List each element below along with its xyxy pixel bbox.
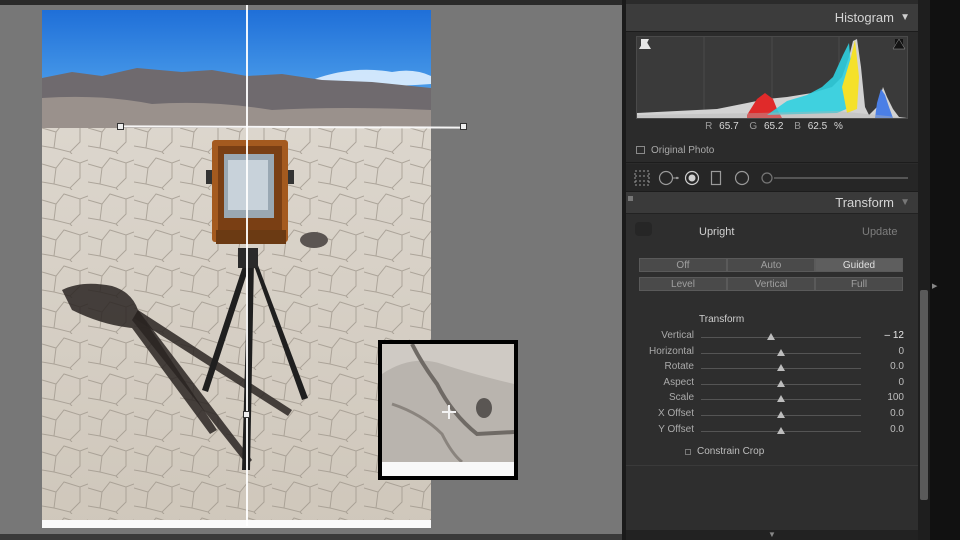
slider-knob[interactable] xyxy=(777,379,785,387)
slider-track[interactable] xyxy=(701,337,861,338)
slider-scale[interactable]: Scale 100 xyxy=(626,392,918,406)
transform-panel-body: Upright Update Off Auto Guided Level Vertic… xyxy=(626,214,918,530)
red-eye-icon[interactable] xyxy=(684,170,700,186)
slider-label: Y Offset xyxy=(658,423,694,435)
slider-rotate[interactable]: Rotate 0.0 xyxy=(626,361,918,375)
slider-y-offset[interactable]: Y Offset 0.0 xyxy=(626,424,918,438)
slider-knob[interactable] xyxy=(777,395,785,403)
guide-handle-left[interactable] xyxy=(117,123,124,130)
readout-g-value: 65.2 xyxy=(763,121,784,132)
upright-mode-vertical-button[interactable]: Vertical xyxy=(727,277,815,291)
slider-value[interactable]: 0.0 xyxy=(890,408,904,419)
upright-mode-row-1: Off Auto Guided xyxy=(639,258,903,272)
upright-toggle-switch[interactable] xyxy=(635,222,652,236)
readout-b-value: 62.5 xyxy=(807,121,828,132)
panel-switch-icon[interactable] xyxy=(628,196,633,201)
slider-knob[interactable] xyxy=(767,333,776,340)
slider-knob[interactable] xyxy=(777,348,785,356)
crop-overlay-icon[interactable] xyxy=(634,170,650,186)
guide-handle-bottom[interactable] xyxy=(243,411,250,418)
readout-r-label: R xyxy=(705,121,713,132)
readout-b-label: B xyxy=(794,121,801,132)
upright-mode-auto-button[interactable]: Auto xyxy=(727,258,815,272)
slider-vertical[interactable]: Vertical – 12 xyxy=(626,330,918,344)
constrain-crop-checkbox[interactable] xyxy=(685,448,691,455)
histogram-title: Histogram xyxy=(834,10,894,25)
slider-value[interactable]: 100 xyxy=(887,392,904,403)
histogram-chart xyxy=(637,37,907,118)
slider-knob[interactable] xyxy=(777,364,785,372)
spot-removal-icon[interactable] xyxy=(658,170,680,186)
collapse-triangle-icon[interactable]: ▼ xyxy=(900,12,910,23)
constrain-crop-label: Constrain Crop xyxy=(697,446,765,457)
slider-value[interactable]: 0.0 xyxy=(890,424,904,435)
original-photo-checkbox[interactable] xyxy=(636,146,645,154)
right-edge-strip xyxy=(930,0,960,540)
transform-header[interactable]: Transform ▼ xyxy=(626,192,918,214)
readout-unit: % xyxy=(833,121,843,132)
slider-knob[interactable] xyxy=(777,411,785,418)
guide-handle-right[interactable] xyxy=(460,123,467,130)
constrain-crop-toggle[interactable]: Constrain Crop xyxy=(685,446,764,457)
vertical-guide-line[interactable] xyxy=(246,5,248,526)
canvas-top-bar xyxy=(0,0,622,5)
panel-bottom-bar: ▼ xyxy=(626,530,918,540)
collapse-triangle-icon[interactable]: ▼ xyxy=(900,197,910,208)
transform-title: Transform xyxy=(835,195,894,210)
photo-canvas[interactable] xyxy=(0,0,622,540)
slider-label: Aspect xyxy=(663,376,694,388)
loupe-image xyxy=(382,344,514,476)
histogram-header[interactable]: Histogram ▼ xyxy=(626,4,918,32)
readout-r-value: 65.7 xyxy=(719,121,739,132)
slider-value[interactable]: 0 xyxy=(898,346,904,357)
histogram-readout: R 65.7 G 65.2 B 62.5 % xyxy=(626,121,918,135)
upright-mode-full-button[interactable]: Full xyxy=(815,277,903,291)
slider-label: Rotate xyxy=(664,361,694,373)
update-button[interactable]: Update xyxy=(862,226,897,238)
photo-preview[interactable] xyxy=(42,10,431,528)
upright-mode-off-button[interactable]: Off xyxy=(639,258,727,272)
readout-g-label: G xyxy=(749,121,758,132)
tool-strip xyxy=(626,164,918,192)
original-photo-toggle[interactable]: Original Photo xyxy=(636,143,714,157)
panel-toggle-arrow-icon[interactable]: ▶ xyxy=(932,282,938,290)
slider-value[interactable]: – 12 xyxy=(885,330,904,341)
histogram-separator xyxy=(626,162,918,163)
adjustment-brush-slider[interactable] xyxy=(760,170,910,186)
slider-label: Horizontal xyxy=(648,345,694,357)
histogram-graph[interactable] xyxy=(636,36,908,119)
slider-x-offset[interactable]: X Offset 0.0 xyxy=(626,408,918,422)
magnifier-loupe xyxy=(378,340,518,480)
canvas-bottom-bar xyxy=(0,534,622,540)
photo-image xyxy=(42,10,431,528)
panel-scrollbar-thumb[interactable] xyxy=(920,290,928,500)
slider-label: Vertical xyxy=(661,330,694,341)
transform-separator xyxy=(626,465,918,466)
slider-aspect[interactable]: Aspect 0 xyxy=(626,377,918,391)
original-photo-label: Original Photo xyxy=(651,144,715,156)
transform-section-title: Transform xyxy=(699,314,745,325)
radial-filter-icon[interactable] xyxy=(734,170,750,186)
develop-right-panel: Histogram ▼ R 65.7 G 65.2 B 62.5 % Origi… xyxy=(626,0,918,540)
slider-label: X Offset xyxy=(658,408,694,419)
slider-knob[interactable] xyxy=(777,426,785,434)
upright-mode-level-button[interactable]: Level xyxy=(639,277,727,291)
panel-expand-icon[interactable]: ▼ xyxy=(768,530,776,539)
slider-value[interactable]: 0 xyxy=(898,377,904,388)
upright-mode-guided-button[interactable]: Guided xyxy=(815,258,903,272)
slider-label: Scale xyxy=(668,392,694,404)
upright-label: Upright xyxy=(699,226,735,238)
slider-horizontal[interactable]: Horizontal 0 xyxy=(626,346,918,360)
upright-mode-row-2: Level Vertical Full xyxy=(639,277,903,291)
graduated-filter-icon[interactable] xyxy=(710,170,722,186)
slider-value[interactable]: 0.0 xyxy=(890,361,904,372)
